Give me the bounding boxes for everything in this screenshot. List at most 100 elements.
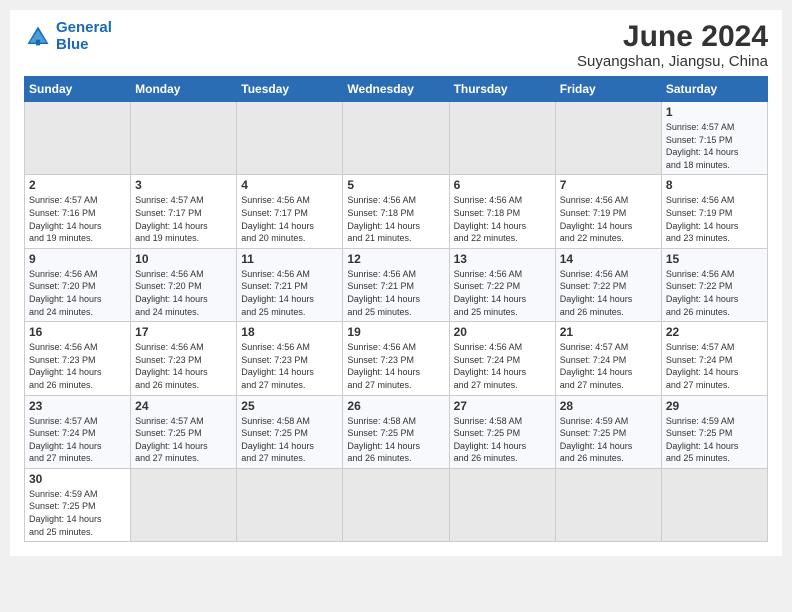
calendar-cell: 21 Sunrise: 4:57 AM Sunset: 7:24 PM Dayli… bbox=[555, 322, 661, 395]
day-number: 13 bbox=[454, 252, 551, 266]
calendar-cell: 7Sunrise: 4:56 AM Sunset: 7:19 PM Daylig… bbox=[555, 175, 661, 248]
calendar-cell bbox=[661, 468, 767, 541]
calendar-cell bbox=[555, 468, 661, 541]
calendar-body: 1 Sunrise: 4:57 AM Sunset: 7:15 PM Daylig… bbox=[25, 102, 768, 542]
calendar-cell: 25 Sunrise: 4:58 AM Sunset: 7:25 PM Dayli… bbox=[237, 395, 343, 468]
day-info: Sunrise: 4:57 AM Sunset: 7:24 PM Dayligh… bbox=[560, 341, 657, 391]
calendar-cell: 26Sunrise: 4:58 AM Sunset: 7:25 PM Dayli… bbox=[343, 395, 449, 468]
calendar-cell bbox=[131, 468, 237, 541]
week-row-1: 2 Sunrise: 4:57 AM Sunset: 7:16 PM Daylig… bbox=[25, 175, 768, 248]
calendar-cell: 5 Sunrise: 4:56 AM Sunset: 7:18 PM Daylig… bbox=[343, 175, 449, 248]
day-number: 5 bbox=[347, 178, 444, 192]
calendar-cell: 22 Sunrise: 4:57 AM Sunset: 7:24 PM Dayli… bbox=[661, 322, 767, 395]
calendar-cell: 30 Sunrise: 4:59 AM Sunset: 7:25 PM Dayli… bbox=[25, 468, 131, 541]
day-number: 1 bbox=[666, 105, 763, 119]
header-cell-monday: Monday bbox=[131, 77, 237, 102]
day-number: 9 bbox=[29, 252, 126, 266]
day-number: 7 bbox=[560, 178, 657, 192]
week-row-3: 16 Sunrise: 4:56 AM Sunset: 7:23 PM Dayli… bbox=[25, 322, 768, 395]
day-info: Sunrise: 4:56 AM Sunset: 7:21 PM Dayligh… bbox=[347, 268, 444, 318]
header-cell-saturday: Saturday bbox=[661, 77, 767, 102]
calendar-title: June 2024 bbox=[577, 20, 768, 53]
calendar-cell bbox=[237, 102, 343, 175]
day-number: 4 bbox=[241, 178, 338, 192]
day-info: Sunrise: 4:56 AM Sunset: 7:18 PM Dayligh… bbox=[454, 194, 551, 244]
day-info: Sunrise: 4:56 AM Sunset: 7:22 PM Dayligh… bbox=[560, 268, 657, 318]
day-info: Sunrise: 4:56 AM Sunset: 7:20 PM Dayligh… bbox=[135, 268, 232, 318]
calendar-cell bbox=[131, 102, 237, 175]
day-number: 16 bbox=[29, 325, 126, 339]
calendar-cell bbox=[343, 102, 449, 175]
day-number: 27 bbox=[454, 399, 551, 413]
calendar-cell: 19Sunrise: 4:56 AM Sunset: 7:23 PM Dayli… bbox=[343, 322, 449, 395]
day-number: 22 bbox=[666, 325, 763, 339]
header-cell-tuesday: Tuesday bbox=[237, 77, 343, 102]
header-cell-wednesday: Wednesday bbox=[343, 77, 449, 102]
calendar-cell: 24Sunrise: 4:57 AM Sunset: 7:25 PM Dayli… bbox=[131, 395, 237, 468]
day-info: Sunrise: 4:58 AM Sunset: 7:25 PM Dayligh… bbox=[241, 415, 338, 465]
day-info: Sunrise: 4:56 AM Sunset: 7:23 PM Dayligh… bbox=[29, 341, 126, 391]
day-info: Sunrise: 4:56 AM Sunset: 7:22 PM Dayligh… bbox=[454, 268, 551, 318]
calendar-cell: 29 Sunrise: 4:59 AM Sunset: 7:25 PM Dayli… bbox=[661, 395, 767, 468]
calendar-subtitle: Suyangshan, Jiangsu, China bbox=[577, 53, 768, 70]
day-info: Sunrise: 4:59 AM Sunset: 7:25 PM Dayligh… bbox=[29, 488, 126, 538]
header-cell-sunday: Sunday bbox=[25, 77, 131, 102]
day-info: Sunrise: 4:59 AM Sunset: 7:25 PM Dayligh… bbox=[666, 415, 763, 465]
day-number: 29 bbox=[666, 399, 763, 413]
calendar-cell: 13 Sunrise: 4:56 AM Sunset: 7:22 PM Dayli… bbox=[449, 248, 555, 321]
calendar-cell: 12Sunrise: 4:56 AM Sunset: 7:21 PM Dayli… bbox=[343, 248, 449, 321]
calendar-cell bbox=[237, 468, 343, 541]
header-cell-thursday: Thursday bbox=[449, 77, 555, 102]
week-row-2: 9 Sunrise: 4:56 AM Sunset: 7:20 PM Daylig… bbox=[25, 248, 768, 321]
day-number: 26 bbox=[347, 399, 444, 413]
logo-blue: Blue bbox=[56, 36, 89, 53]
day-number: 30 bbox=[29, 472, 126, 486]
day-number: 3 bbox=[135, 178, 232, 192]
day-info: Sunrise: 4:57 AM Sunset: 7:25 PM Dayligh… bbox=[135, 415, 232, 465]
day-info: Sunrise: 4:56 AM Sunset: 7:18 PM Dayligh… bbox=[347, 194, 444, 244]
calendar-cell: 3 Sunrise: 4:57 AM Sunset: 7:17 PM Daylig… bbox=[131, 175, 237, 248]
calendar-cell: 16 Sunrise: 4:56 AM Sunset: 7:23 PM Dayli… bbox=[25, 322, 131, 395]
day-info: Sunrise: 4:57 AM Sunset: 7:24 PM Dayligh… bbox=[666, 341, 763, 391]
day-info: Sunrise: 4:56 AM Sunset: 7:20 PM Dayligh… bbox=[29, 268, 126, 318]
calendar-cell bbox=[25, 102, 131, 175]
calendar-cell bbox=[555, 102, 661, 175]
calendar-page: General Blue June 2024 Suyangshan, Jiang… bbox=[10, 10, 782, 556]
day-info: Sunrise: 4:58 AM Sunset: 7:25 PM Dayligh… bbox=[454, 415, 551, 465]
week-row-0: 1 Sunrise: 4:57 AM Sunset: 7:15 PM Daylig… bbox=[25, 102, 768, 175]
calendar-cell: 28Sunrise: 4:59 AM Sunset: 7:25 PM Dayli… bbox=[555, 395, 661, 468]
day-number: 6 bbox=[454, 178, 551, 192]
calendar-cell: 1 Sunrise: 4:57 AM Sunset: 7:15 PM Daylig… bbox=[661, 102, 767, 175]
day-info: Sunrise: 4:56 AM Sunset: 7:22 PM Dayligh… bbox=[666, 268, 763, 318]
calendar-cell: 18Sunrise: 4:56 AM Sunset: 7:23 PM Dayli… bbox=[237, 322, 343, 395]
calendar-cell: 9 Sunrise: 4:56 AM Sunset: 7:20 PM Daylig… bbox=[25, 248, 131, 321]
calendar-cell: 15 Sunrise: 4:56 AM Sunset: 7:22 PM Dayli… bbox=[661, 248, 767, 321]
day-info: Sunrise: 4:57 AM Sunset: 7:17 PM Dayligh… bbox=[135, 194, 232, 244]
page-header: General Blue June 2024 Suyangshan, Jiang… bbox=[24, 20, 768, 70]
header-row: SundayMondayTuesdayWednesdayThursdayFrid… bbox=[25, 77, 768, 102]
day-number: 21 bbox=[560, 325, 657, 339]
logo-icon bbox=[24, 23, 52, 51]
logo-text: General Blue bbox=[56, 20, 112, 53]
calendar-cell bbox=[449, 102, 555, 175]
day-number: 23 bbox=[29, 399, 126, 413]
header-cell-friday: Friday bbox=[555, 77, 661, 102]
calendar-cell: 11Sunrise: 4:56 AM Sunset: 7:21 PM Dayli… bbox=[237, 248, 343, 321]
title-block: June 2024 Suyangshan, Jiangsu, China bbox=[577, 20, 768, 70]
calendar-cell: 4Sunrise: 4:56 AM Sunset: 7:17 PM Daylig… bbox=[237, 175, 343, 248]
calendar-cell: 8Sunrise: 4:56 AM Sunset: 7:19 PM Daylig… bbox=[661, 175, 767, 248]
day-info: Sunrise: 4:57 AM Sunset: 7:16 PM Dayligh… bbox=[29, 194, 126, 244]
day-number: 25 bbox=[241, 399, 338, 413]
calendar-cell: 17Sunrise: 4:56 AM Sunset: 7:23 PM Dayli… bbox=[131, 322, 237, 395]
day-number: 18 bbox=[241, 325, 338, 339]
day-number: 15 bbox=[666, 252, 763, 266]
day-number: 10 bbox=[135, 252, 232, 266]
logo-general: General bbox=[56, 19, 112, 36]
calendar-cell: 2 Sunrise: 4:57 AM Sunset: 7:16 PM Daylig… bbox=[25, 175, 131, 248]
day-info: Sunrise: 4:57 AM Sunset: 7:15 PM Dayligh… bbox=[666, 121, 763, 171]
logo: General Blue bbox=[24, 20, 112, 53]
calendar-cell: 27 Sunrise: 4:58 AM Sunset: 7:25 PM Dayli… bbox=[449, 395, 555, 468]
day-number: 28 bbox=[560, 399, 657, 413]
day-number: 2 bbox=[29, 178, 126, 192]
day-info: Sunrise: 4:56 AM Sunset: 7:21 PM Dayligh… bbox=[241, 268, 338, 318]
